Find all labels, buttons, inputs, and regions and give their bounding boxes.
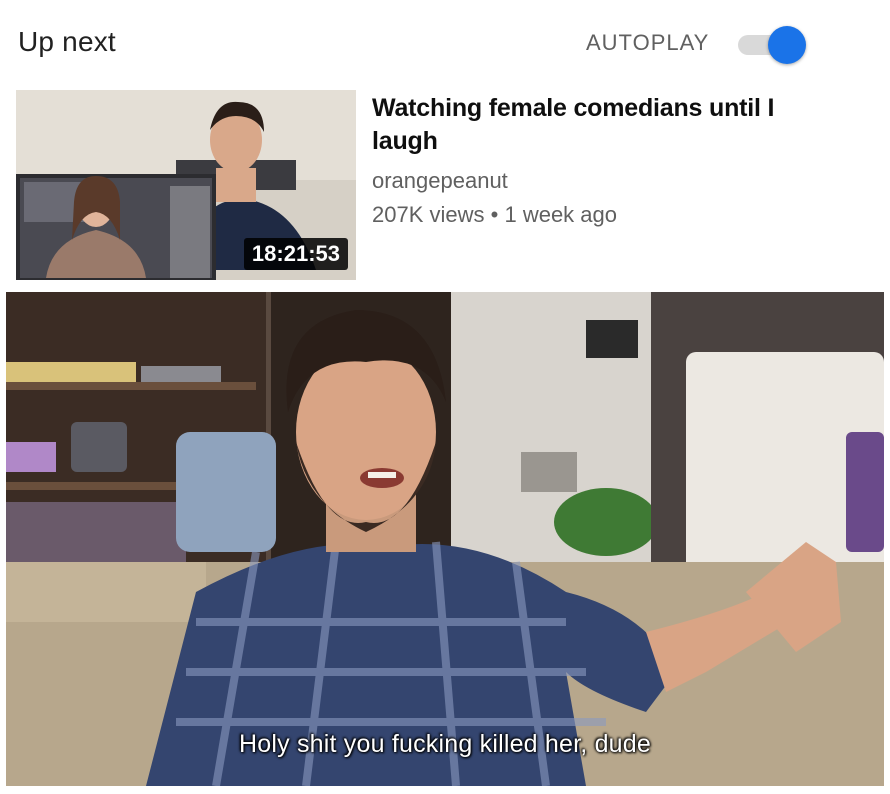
video-thumbnail[interactable]: 18:21:53	[16, 90, 356, 280]
autoplay-toggle-knob	[768, 26, 806, 64]
video-channel-name[interactable]: orangepeanut	[372, 168, 508, 194]
video-metadata: 207K views • 1 week ago	[372, 202, 617, 228]
meta-separator: •	[490, 202, 499, 227]
video-duration-badge: 18:21:53	[243, 238, 348, 270]
up-next-panel: Up next AUTOPLAY 18:21:53 Watching femal…	[0, 0, 890, 290]
autoplay-toggle[interactable]	[734, 26, 810, 64]
autoplay-label: AUTOPLAY	[586, 30, 710, 55]
meme-scene-image	[6, 292, 884, 786]
video-title[interactable]: Watching female comedians until I laugh	[372, 92, 792, 158]
video-upload-age: 1 week ago	[504, 202, 617, 227]
up-next-heading: Up next	[18, 26, 116, 57]
video-view-count: 207K views	[372, 202, 485, 227]
up-next-video-card[interactable]: 18:21:53 Watching female comedians until…	[16, 90, 876, 280]
meme-subtitle-caption: Holy shit you fucking killed her, dude	[239, 730, 651, 758]
meme-video-frame: Holy shit you fucking killed her, dude	[6, 292, 884, 786]
